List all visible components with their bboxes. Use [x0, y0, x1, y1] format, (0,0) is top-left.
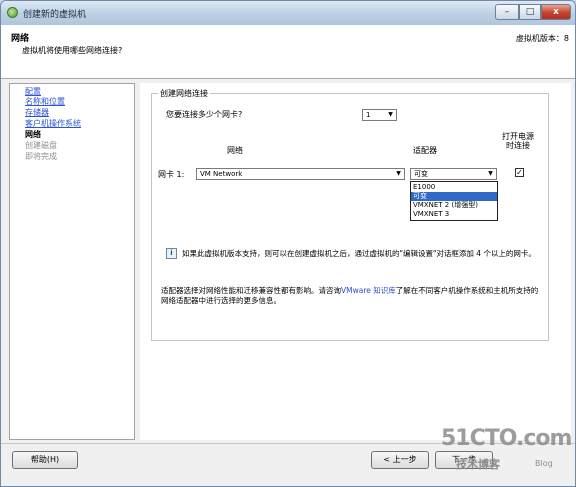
maximize-button[interactable]: □ [519, 4, 541, 20]
info-icon: i [166, 248, 177, 259]
wizard-steps-sidebar: 配置 名称和位置 存储器 客户机操作系统 网络 创建磁盘 即将完成 [9, 83, 135, 440]
page-subtitle: 虚拟机将使用哪些网络连接? [22, 46, 123, 55]
close-button[interactable]: x [541, 4, 571, 20]
back-button[interactable]: < 上一步 [371, 451, 429, 469]
title-bar: 创建新的虚拟机 – □ x [1, 1, 575, 25]
vm-app-icon [7, 7, 18, 18]
help-button[interactable]: 帮助(H) [12, 451, 78, 469]
group-legend: 创建网络连接 [158, 88, 210, 99]
step-guest-os[interactable]: 客户机操作系统 [25, 119, 81, 129]
watermark-blog: Blog [535, 459, 553, 468]
network-column-header: 网络 [227, 146, 243, 155]
chevron-down-icon: ▼ [396, 170, 401, 177]
watermark-tagline: 技术博客 [456, 458, 500, 471]
network-connections-group: 创建网络连接 您要连接多少个网卡? 1 ▼ 网络 适配器 打开电源 时连接 网卡… [151, 88, 549, 341]
step-network: 网络 [25, 130, 41, 139]
adapter-note-text-pre: 适配器选择对网络性能和迁移兼容性都有影响。请咨询 [161, 286, 341, 295]
chevron-down-icon: ▼ [388, 111, 393, 118]
page-title: 网络 [11, 34, 30, 44]
wizard-content: 创建网络连接 您要连接多少个网卡? 1 ▼ 网络 适配器 打开电源 时连接 网卡… [140, 83, 571, 440]
power-on-connect-checkbox[interactable]: ✓ [515, 168, 524, 177]
minimize-button[interactable]: – [495, 4, 519, 20]
chevron-down-icon: ▼ [488, 170, 493, 177]
nic1-adapter-value: 可变 [414, 170, 428, 178]
nic1-network-select[interactable]: VM Network ▼ [196, 168, 405, 180]
watermark-logo: 51CTO.com [441, 426, 572, 451]
nic1-label: 网卡 1: [158, 170, 185, 179]
nic1-network-value: VM Network [200, 170, 243, 178]
adapter-option-e1000[interactable]: E1000 [411, 183, 497, 192]
power-on-column-header: 打开电源 时连接 [502, 132, 534, 150]
wizard-header: 网络 虚拟机将使用哪些网络连接? 虚拟机版本：8 [1, 25, 575, 79]
nic-count-question: 您要连接多少个网卡? [166, 110, 243, 119]
adapter-column-header: 适配器 [413, 146, 437, 155]
nic-limit-note: 如果此虚拟机版本支持，则可以在创建虚拟机之后，通过虚拟机的"编辑设置"对话框添加… [182, 249, 536, 258]
adapter-option-vmxnet2[interactable]: VMXNET 2 (增强型) [411, 201, 497, 210]
step-configuration[interactable]: 配置 [25, 87, 41, 97]
step-storage[interactable]: 存储器 [25, 108, 49, 118]
vmware-kb-link[interactable]: VMware 知识库 [341, 286, 396, 295]
adapter-selection-note: 适配器选择对网络性能和迁移兼容性都有影响。请咨询VMware 知识库了解在不同客… [161, 286, 543, 306]
step-name-location[interactable]: 名称和位置 [25, 97, 65, 107]
wizard-window: 创建新的虚拟机 – □ x 网络 虚拟机将使用哪些网络连接? 虚拟机版本：8 配… [0, 0, 576, 487]
adapter-dropdown-list: E1000 可变 VMXNET 2 (增强型) VMXNET 3 [410, 181, 498, 221]
step-create-disk: 创建磁盘 [25, 141, 57, 150]
nic1-adapter-select[interactable]: 可变 ▼ [410, 168, 497, 180]
nic-count-select[interactable]: 1 ▼ [362, 109, 397, 121]
adapter-option-vmxnet3[interactable]: VMXNET 3 [411, 210, 497, 219]
vm-version-label: 虚拟机版本：8 [515, 34, 569, 43]
step-ready-to-complete: 即将完成 [25, 152, 57, 161]
window-title: 创建新的虚拟机 [23, 10, 87, 20]
nic-count-value: 1 [366, 111, 371, 119]
adapter-option-flexible[interactable]: 可变 [411, 192, 497, 201]
